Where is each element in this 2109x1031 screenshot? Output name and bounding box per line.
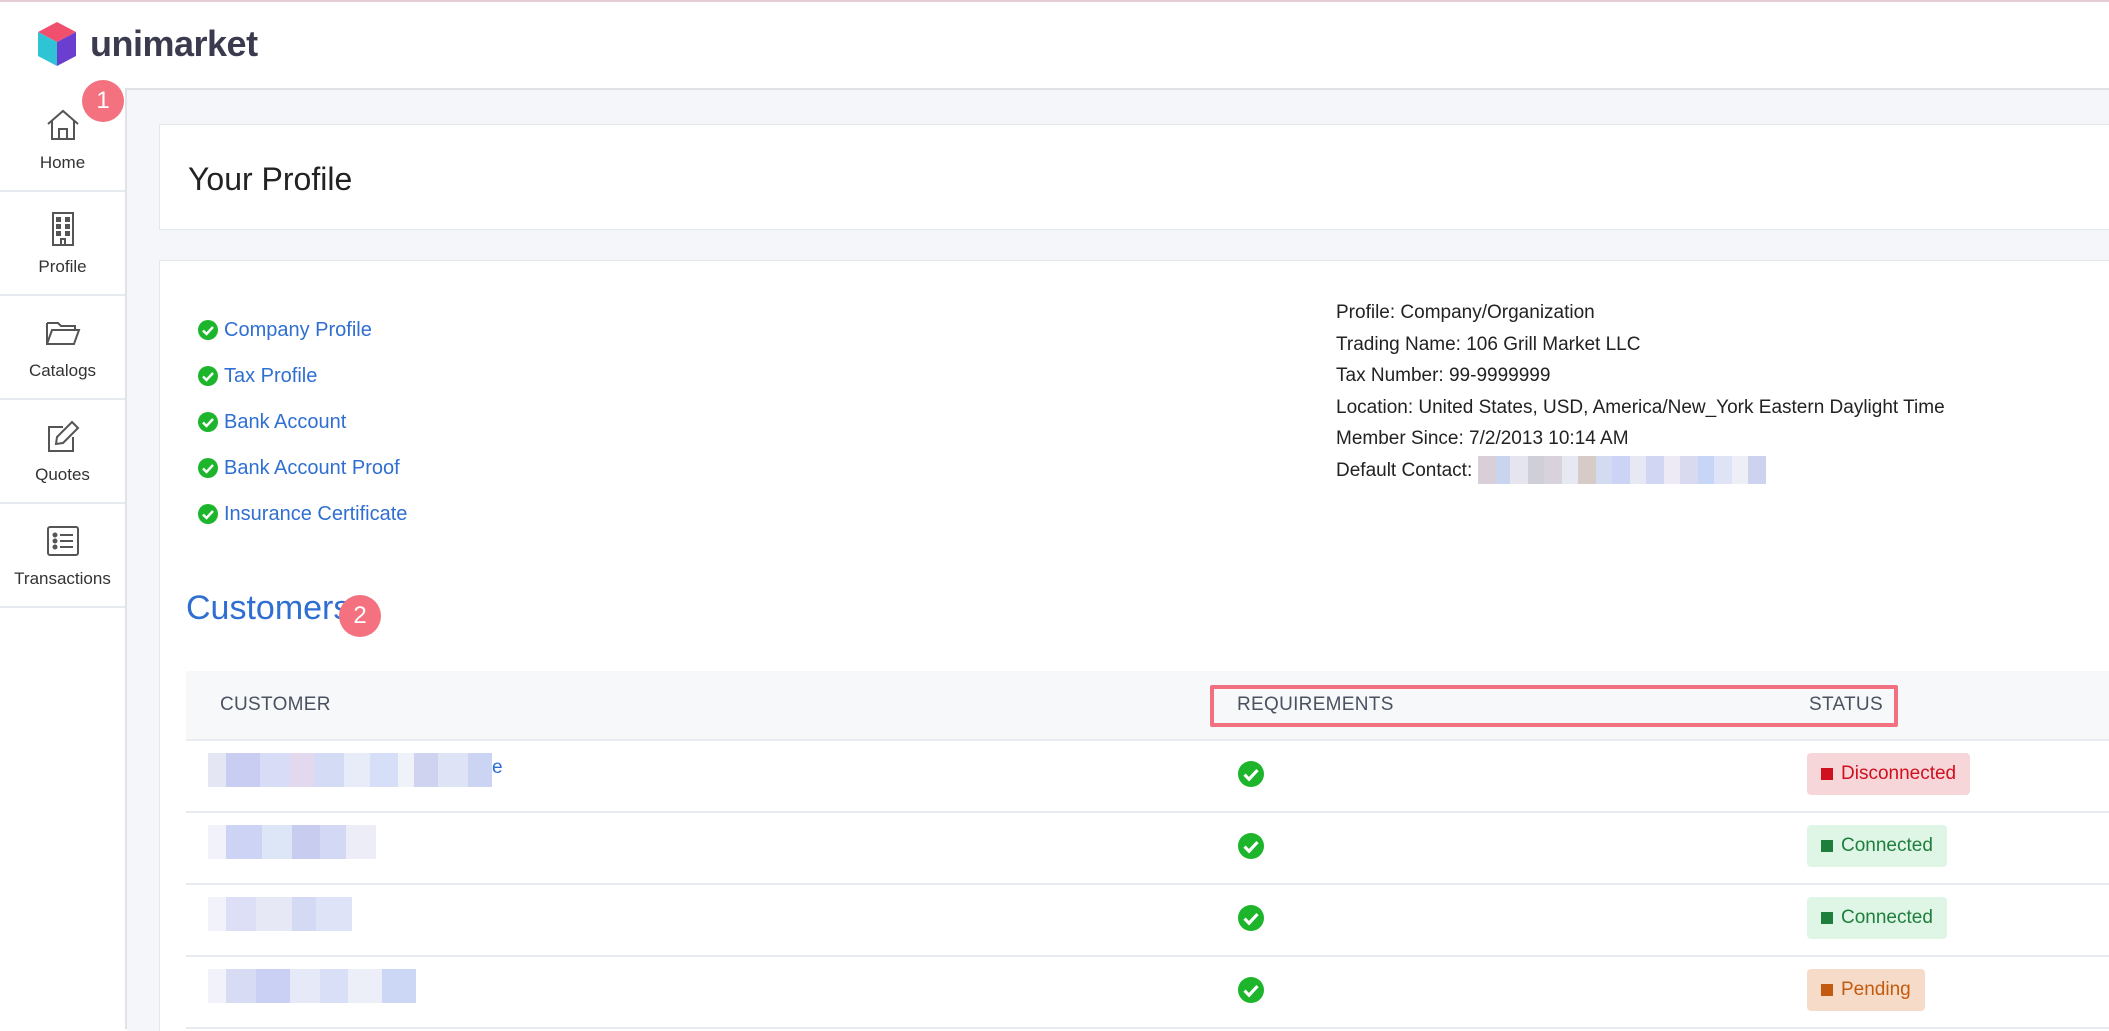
status-text: Pending: [1841, 979, 1911, 1000]
bank-account-link[interactable]: Bank Account: [224, 411, 346, 434]
status-text: Connected: [1841, 835, 1933, 856]
redacted-customer-name[interactable]: [208, 825, 376, 859]
sidebar-item-label: Catalogs: [28, 361, 97, 380]
status-text: Connected: [1841, 907, 1933, 928]
title-card: Your Profile: [159, 124, 2109, 230]
check-circle-icon: [198, 458, 218, 478]
requirements-cell: [1238, 833, 1264, 864]
table-row[interactable]: Connected: [186, 883, 2109, 955]
sidebar-item-quotes[interactable]: Quotes: [0, 400, 125, 504]
sidebar-item-label: Transactions: [14, 569, 111, 588]
folder-icon: [45, 322, 80, 345]
status-badge: Connected: [1807, 825, 1947, 867]
sidebar-item-label: Home: [39, 153, 86, 172]
profile-info: Profile: Company/Organization Trading Na…: [1336, 297, 1945, 486]
table-header: CUSTOMER REQUIREMENTS STATUS: [186, 671, 2109, 739]
redacted-customer-name[interactable]: [208, 897, 352, 931]
customers-title: Customers: [186, 589, 351, 627]
brand-logo[interactable]: unimarket: [36, 20, 258, 68]
sidebar-item-label: Profile: [38, 257, 87, 276]
status-square-icon: [1821, 840, 1833, 852]
profile-type: Profile: Company/Organization: [1336, 302, 1595, 323]
requirement-item: Bank Account: [198, 399, 407, 445]
requirement-item: Bank Account Proof: [198, 445, 407, 491]
sidebar-item-catalogs[interactable]: Catalogs: [0, 296, 125, 400]
default-contact-row: Default Contact:: [1336, 455, 1945, 487]
sidebar-item-profile[interactable]: Profile: [0, 192, 125, 296]
requirements-cell: [1238, 905, 1264, 936]
status-square-icon: [1821, 912, 1833, 924]
member-since: Member Since: 7/2/2013 10:14 AM: [1336, 428, 1629, 449]
check-circle-icon: [198, 412, 218, 432]
list-icon: [46, 526, 79, 556]
redacted-customer-name[interactable]: [208, 753, 492, 787]
table-row[interactable]: Connected: [186, 811, 2109, 883]
edit-icon: [47, 420, 79, 452]
top-border: [0, 0, 2109, 2]
location: Location: United States, USD, America/Ne…: [1336, 396, 1945, 418]
check-circle-icon: [1238, 977, 1264, 1003]
table-row[interactable]: Pending: [186, 955, 2109, 1029]
trading-name: Trading Name: 106 Grill Market LLC: [1336, 333, 1641, 355]
status-square-icon: [1821, 984, 1833, 996]
customer-name-link[interactable]: e: [492, 757, 503, 779]
highlight-box: [1210, 685, 1898, 727]
table-row[interactable]: e Disconnected: [186, 739, 2109, 811]
step-badge-1: 1: [82, 80, 124, 122]
insurance-certificate-link[interactable]: Insurance Certificate: [224, 503, 407, 526]
status-badge: Disconnected: [1807, 753, 1971, 795]
redacted-customer-name[interactable]: [208, 969, 416, 1003]
requirement-item: Tax Profile: [198, 353, 407, 399]
sidebar-item-transactions[interactable]: Transactions: [0, 504, 125, 608]
check-circle-icon: [1238, 833, 1264, 859]
profile-card: Company Profile Tax Profile Bank Account…: [159, 260, 2109, 1031]
sidebar-item-label: Quotes: [35, 465, 90, 484]
page-title: Your Profile: [188, 161, 353, 197]
requirement-item: Company Profile: [198, 307, 407, 353]
bank-account-proof-link[interactable]: Bank Account Proof: [224, 457, 400, 480]
check-circle-icon: [198, 504, 218, 524]
customers-table: CUSTOMER REQUIREMENTS STATUS e Disconnec…: [186, 671, 2109, 1029]
status-square-icon: [1821, 768, 1833, 780]
customers-heading: Customers: [186, 589, 350, 628]
requirements-list: Company Profile Tax Profile Bank Account…: [198, 307, 407, 537]
requirements-cell: [1238, 761, 1264, 792]
check-circle-icon: [1238, 761, 1264, 787]
default-contact-label: Default Contact:: [1336, 459, 1473, 481]
redacted-contact: [1477, 456, 1766, 485]
tax-number: Tax Number: 99-9999999: [1336, 365, 1551, 386]
tax-profile-link[interactable]: Tax Profile: [224, 365, 317, 388]
requirements-cell: [1238, 977, 1264, 1008]
step-badge-2: 2: [339, 595, 381, 637]
check-circle-icon: [1238, 905, 1264, 931]
sidebar: Home 1 Profile Catalogs Quotes Transacti…: [0, 80, 127, 1029]
company-profile-link[interactable]: Company Profile: [224, 319, 372, 342]
home-icon: [46, 109, 79, 140]
status-badge: Connected: [1807, 897, 1947, 939]
requirement-item: Insurance Certificate: [198, 491, 407, 537]
check-circle-icon: [198, 366, 218, 386]
check-circle-icon: [198, 320, 218, 340]
status-badge: Pending: [1807, 969, 1925, 1011]
unimarket-cube-icon: [38, 22, 76, 66]
sidebar-item-home[interactable]: Home 1: [0, 80, 125, 192]
column-header-customer[interactable]: CUSTOMER: [220, 694, 331, 716]
main-content: Your Profile Company Profile Tax Profile…: [127, 88, 2109, 1031]
brand-name: unimarket: [90, 23, 258, 64]
building-icon: [51, 212, 74, 246]
status-text: Disconnected: [1841, 763, 1957, 784]
